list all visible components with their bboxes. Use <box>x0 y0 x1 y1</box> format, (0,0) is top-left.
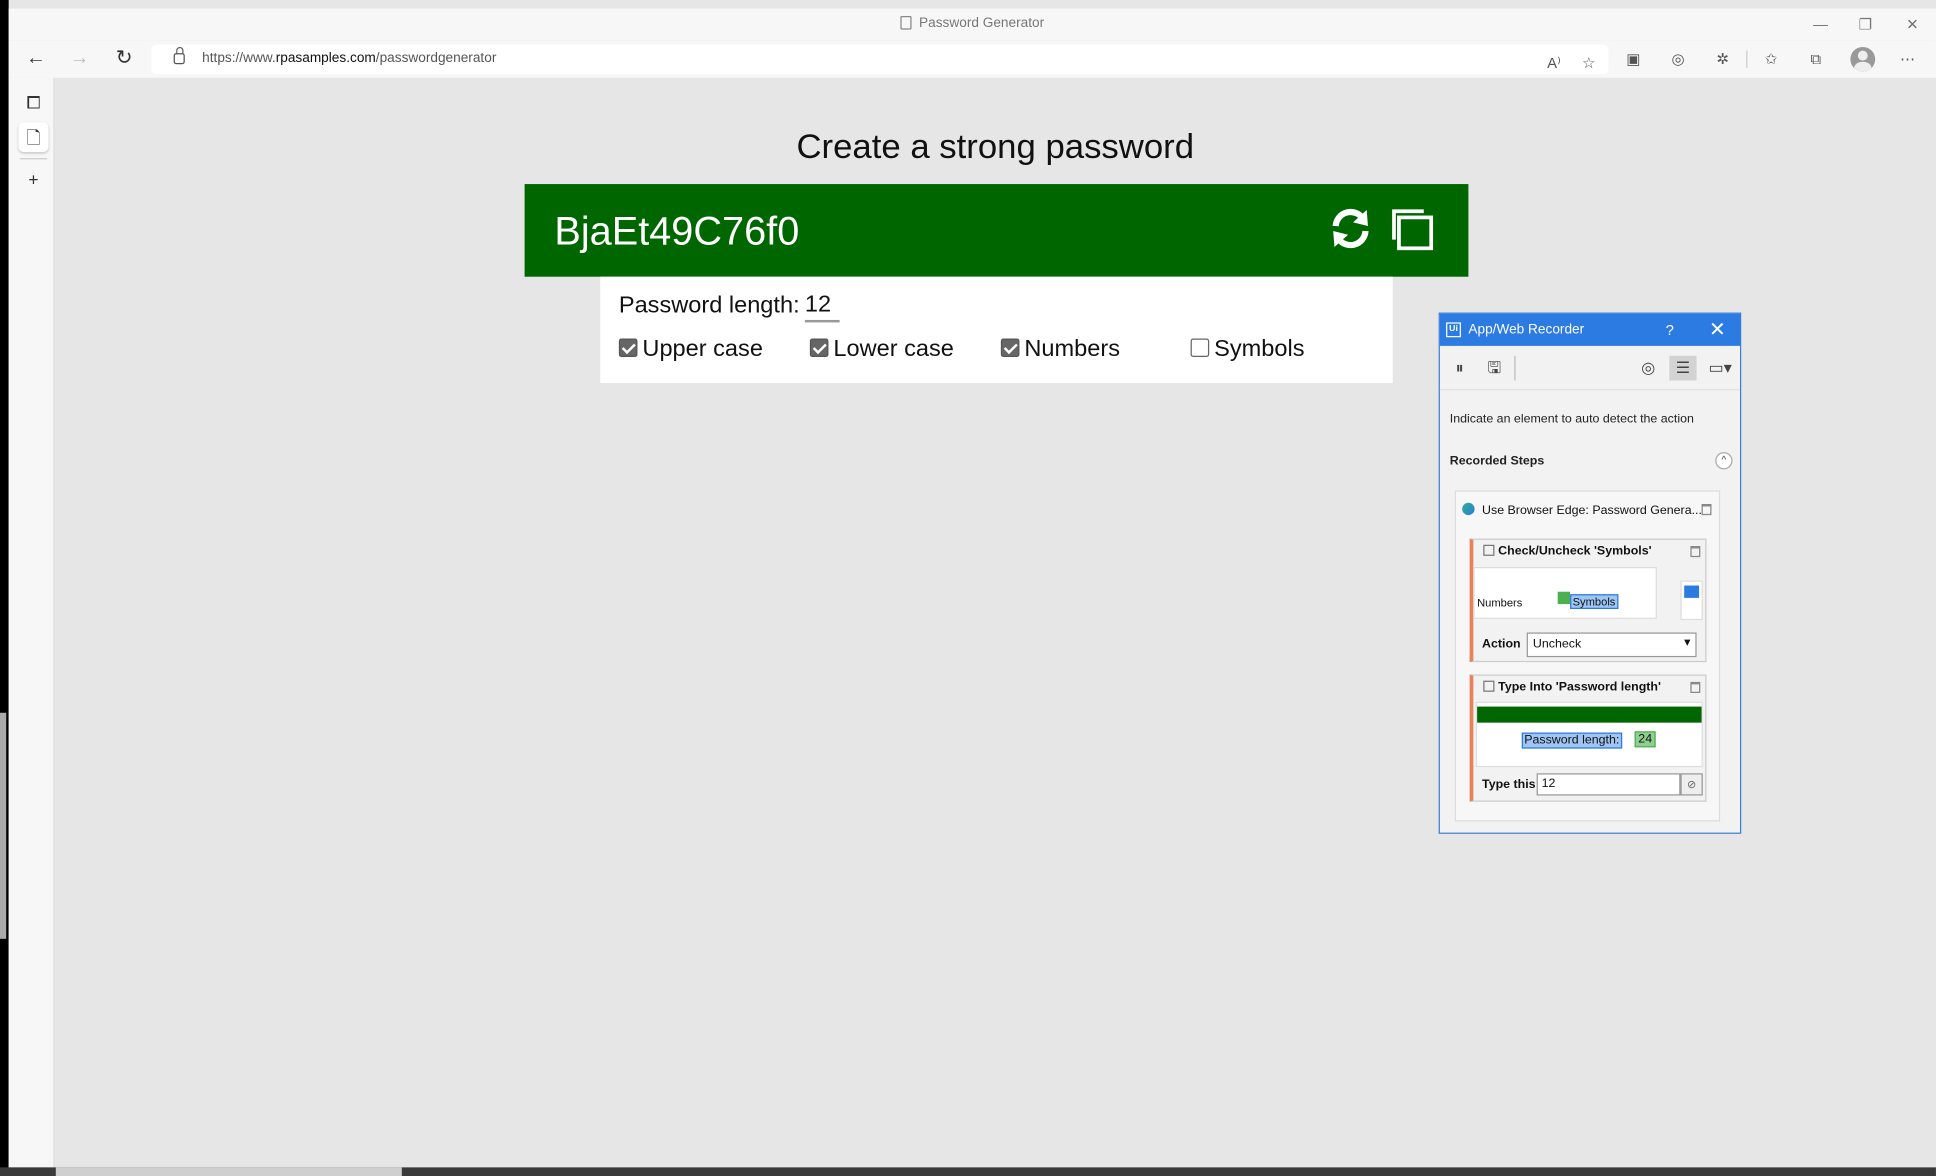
scope-header: Use Browser Edge: Password Genera... <box>1462 502 1702 518</box>
option-numbers[interactable]: Numbers <box>1000 336 1120 363</box>
type-this-label: Type this <box>1482 778 1536 792</box>
read-aloud-icon[interactable]: A⁾ <box>1540 51 1567 76</box>
window-titlebar: Password Generator — ❐ ✕ <box>8 8 1936 41</box>
option-upper-case[interactable]: Upper case <box>618 336 763 363</box>
address-bar[interactable]: https://www.rpasamples.com/passwordgener… <box>151 44 1609 76</box>
action-label: Action <box>1482 637 1521 652</box>
delete-scope-icon[interactable] <box>1701 504 1712 516</box>
copy-icon[interactable] <box>1392 208 1437 252</box>
back-button[interactable]: ← <box>20 44 52 74</box>
sidebar-separator <box>19 158 48 160</box>
step2-thumbnail: Password length: 24 <box>1475 701 1703 768</box>
help-button[interactable]: ? <box>1666 321 1674 338</box>
option-symbols[interactable]: Symbols <box>1190 336 1305 363</box>
collapse-chevron-icon[interactable]: ^ <box>1715 452 1733 470</box>
delete-step1-icon[interactable] <box>1690 546 1701 558</box>
recorder-hint: Indicate an element to auto detect the a… <box>1449 412 1694 427</box>
url-text: https://www.rpasamples.com/passwordgener… <box>202 50 497 66</box>
password-options: Password length: Upper case Lower case N… <box>600 276 1393 383</box>
left-edge-bar <box>0 712 7 939</box>
hide-text-eye-icon[interactable]: ⊘ <box>1680 773 1703 796</box>
pause-icon[interactable]: ⏸ <box>1446 356 1473 381</box>
action-dropdown[interactable]: Uncheck <box>1526 632 1697 658</box>
symbols-checkbox[interactable] <box>1190 338 1210 358</box>
numbers-checkbox[interactable] <box>1000 338 1020 358</box>
tab-password-generator[interactable]: 🗋 <box>18 122 49 152</box>
window-title: Password Generator <box>9 16 1936 31</box>
recorder-window: Ui App/Web Recorder ? ✕ ⏸ 🖫 ◎ ☰ ▭▾ Indic… <box>1438 312 1742 834</box>
screenshot-dropdown-icon[interactable]: ▭▾ <box>1704 356 1736 381</box>
refresh-icon[interactable] <box>1328 206 1373 250</box>
extensions-icon[interactable]: ✲ <box>1709 47 1736 72</box>
password-length-label: Password length: <box>618 292 800 319</box>
toolbar-separator <box>1514 355 1516 381</box>
type-this-input[interactable]: 12 <box>1536 773 1681 796</box>
new-tab-button[interactable]: + <box>19 164 49 194</box>
lock-icon <box>173 46 185 65</box>
uipath-logo-icon: Ui <box>1446 322 1461 338</box>
password-display: BjaEt49C76f0 <box>524 184 1469 277</box>
extension-icon[interactable]: ▣ <box>1620 47 1647 72</box>
profile-avatar[interactable] <box>1850 46 1876 72</box>
vertical-tabs-sidebar: ⧠ 🗋 + <box>8 77 55 1168</box>
delete-step2-icon[interactable] <box>1690 681 1701 694</box>
generated-password: BjaEt49C76f0 <box>554 208 800 254</box>
browser-scope-card[interactable]: Use Browser Edge: Password Genera... Che… <box>1454 490 1721 822</box>
recorder-title: App/Web Recorder <box>1468 322 1585 338</box>
page-title: Create a strong password <box>796 127 1195 166</box>
close-window-button[interactable]: ✕ <box>1894 14 1931 36</box>
password-length-input[interactable] <box>804 290 840 323</box>
minimize-button[interactable]: — <box>1802 14 1839 36</box>
collections-icon[interactable]: ⧉ <box>1802 47 1829 72</box>
step1-title: Check/Uncheck 'Symbols' <box>1483 544 1652 558</box>
step-check-uncheck[interactable]: Check/Uncheck 'Symbols' Numbers Symbols … <box>1469 538 1707 663</box>
upper-case-checkbox[interactable] <box>618 338 638 358</box>
reload-button[interactable]: ↻ <box>108 44 140 74</box>
document-icon <box>900 16 912 30</box>
step2-title: Type Into 'Password length' <box>1483 680 1661 694</box>
add-favorite-icon[interactable]: ☆ <box>1575 51 1602 76</box>
step-type-into[interactable]: Type Into 'Password length' Password len… <box>1469 674 1707 802</box>
recorder-close-button[interactable]: ✕ <box>1709 317 1726 342</box>
save-icon[interactable]: 🖫 <box>1481 356 1508 381</box>
favorites-icon[interactable]: ✩ <box>1757 47 1784 72</box>
recorder-titlebar: Ui App/Web Recorder ? ✕ <box>1439 313 1741 346</box>
forward-button[interactable]: → <box>63 44 95 74</box>
tracking-icon[interactable]: ◎ <box>1664 47 1691 72</box>
edge-browser-icon <box>1462 502 1475 516</box>
recorder-toolbar: ⏸ 🖫 ◎ ☰ ▭▾ <box>1439 346 1741 391</box>
target-icon[interactable]: ◎ <box>1635 356 1662 381</box>
browser-navbar: ← → ↻ https://www.rpasamples.com/passwor… <box>8 40 1936 78</box>
lower-case-checkbox[interactable] <box>809 338 829 358</box>
step1-thumbnail: Numbers Symbols <box>1473 567 1657 619</box>
more-menu-icon[interactable]: ⋯ <box>1894 47 1921 72</box>
option-lower-case[interactable]: Lower case <box>809 336 954 363</box>
recorded-steps-header: Recorded Steps <box>1449 454 1545 469</box>
tab-actions-icon[interactable]: ⧠ <box>19 88 49 118</box>
checkbox-activity-icon <box>1483 544 1495 556</box>
steps-list-icon[interactable]: ☰ <box>1669 355 1697 381</box>
type-into-activity-icon <box>1483 680 1495 692</box>
left-edge <box>0 0 9 1176</box>
toolbar-separator <box>1746 50 1748 68</box>
restore-button[interactable]: ❐ <box>1847 14 1884 36</box>
step1-side-thumbnail <box>1680 580 1703 621</box>
taskbar-strip <box>0 1167 1936 1176</box>
